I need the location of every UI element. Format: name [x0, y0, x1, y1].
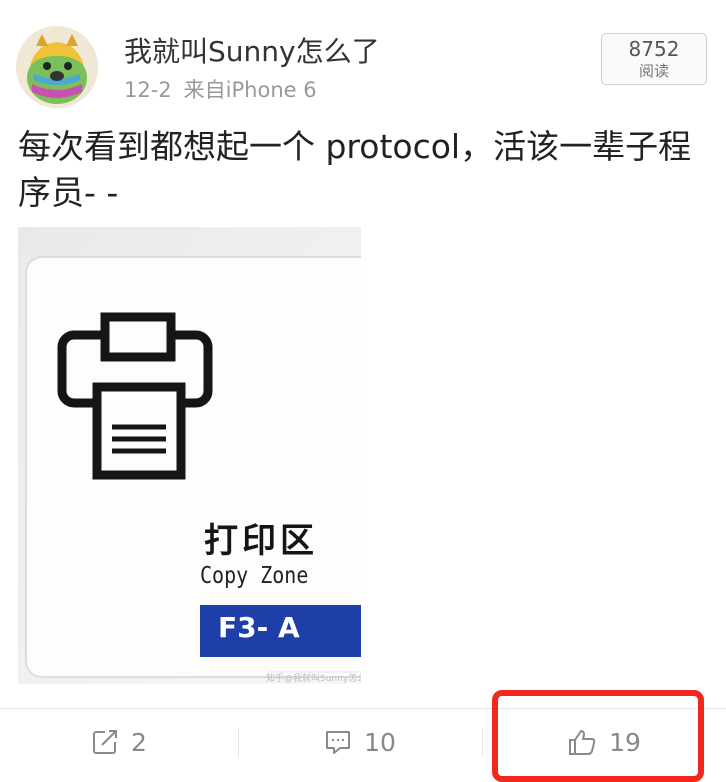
repost-count: 2 — [131, 727, 147, 757]
read-count-label: 阅读 — [638, 62, 669, 80]
image-watermark: 知乎@我就叫Sunny怎么了 — [266, 674, 361, 684]
read-count-number: 8752 — [628, 37, 680, 61]
sign-en-text: Copy Zone — [200, 561, 309, 589]
post-image[interactable]: 打印区 Copy Zone F3- A 知乎@我就叫Sunny怎么了 — [18, 227, 361, 684]
post-source: 来自iPhone 6 — [183, 78, 317, 102]
like-highlight-box — [492, 690, 704, 782]
comment-button[interactable]: 10 — [238, 716, 482, 768]
post-meta: 12-2 来自iPhone 6 — [124, 76, 317, 104]
room-number-text: F3- A — [218, 611, 300, 644]
comment-icon — [326, 731, 351, 754]
sign-zh-text: 打印区 — [204, 521, 318, 561]
comment-count: 10 — [364, 727, 396, 757]
avatar[interactable] — [16, 26, 98, 108]
read-count-badge: 8752 阅读 — [601, 33, 707, 85]
post-date: 12-2 — [124, 78, 172, 102]
repost-icon — [93, 730, 118, 754]
username[interactable]: 我就叫Sunny怎么了 — [124, 34, 380, 70]
print-zone-sign-photo — [18, 227, 361, 684]
post-text: 每次看到都想起一个 protocol，活该一辈子程序员- - — [18, 127, 692, 212]
repost-button[interactable]: 2 — [0, 716, 238, 768]
weibo-post: 我就叫Sunny怎么了 12-2 来自iPhone 6 8752 阅读 每次看到都… — [0, 0, 726, 782]
doge-avatar-icon — [16, 26, 98, 108]
